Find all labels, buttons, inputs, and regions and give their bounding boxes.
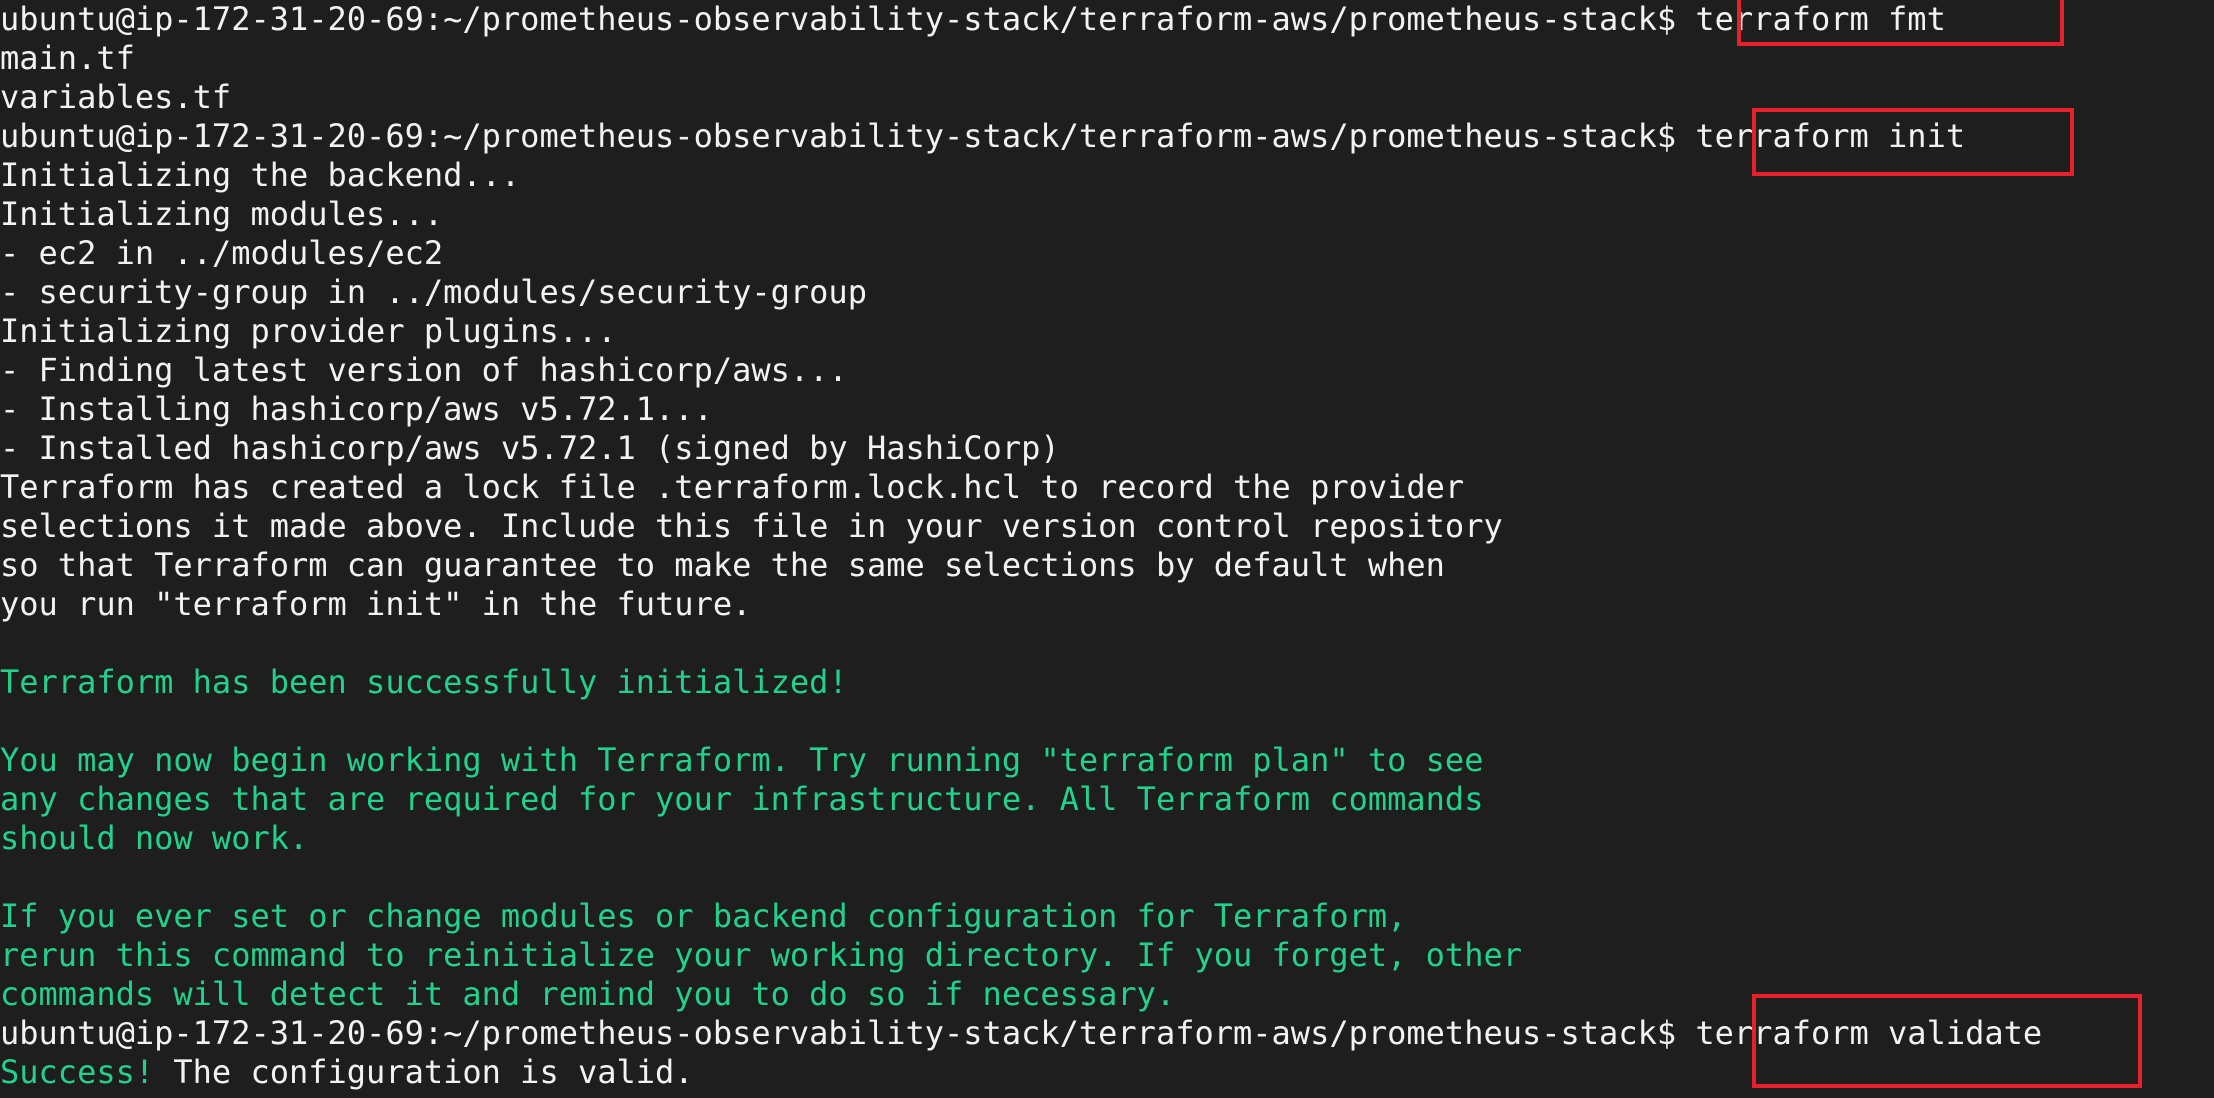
- init-output-line: so that Terraform can guarantee to make …: [0, 546, 1445, 584]
- init-reinit-note-line: commands will detect it and remind you t…: [0, 975, 1176, 1013]
- validate-success-word: Success!: [0, 1053, 155, 1091]
- fmt-output-line: main.tf: [0, 39, 135, 77]
- fmt-output-line: variables.tf: [0, 78, 232, 116]
- init-output-line: selections it made above. Include this f…: [0, 507, 1503, 545]
- init-next-steps-line: any changes that are required for your i…: [0, 780, 1484, 818]
- shell-prompt: ubuntu@ip-172-31-20-69:~/prometheus-obse…: [0, 1014, 1696, 1052]
- validate-output-line: Success! The configuration is valid.: [0, 1053, 694, 1092]
- shell-prompt: ubuntu@ip-172-31-20-69:~/prometheus-obse…: [0, 0, 1696, 38]
- init-output-line: - Installed hashicorp/aws v5.72.1 (signe…: [0, 429, 1060, 467]
- highlight-box-init: [1752, 108, 2074, 176]
- terminal-window[interactable]: ubuntu@ip-172-31-20-69:~/prometheus-obse…: [0, 0, 2214, 1098]
- init-output-line: you run "terraform init" in the future.: [0, 585, 752, 623]
- init-output-line: Initializing the backend...: [0, 156, 521, 194]
- shell-prompt: ubuntu@ip-172-31-20-69:~/prometheus-obse…: [0, 117, 1696, 155]
- init-reinit-note-line: rerun this command to reinitialize your …: [0, 936, 1522, 974]
- init-next-steps-line: You may now begin working with Terraform…: [0, 741, 1484, 779]
- highlight-box-fmt: [1737, 0, 2064, 46]
- prompt-line-validate: ubuntu@ip-172-31-20-69:~/prometheus-obse…: [0, 1014, 2042, 1053]
- highlight-box-validate: [1752, 994, 2142, 1088]
- init-output-line: Initializing modules...: [0, 195, 444, 233]
- init-output-line: - security-group in ../modules/security-…: [0, 273, 867, 311]
- validate-message: The configuration is valid.: [154, 1053, 694, 1091]
- init-output-line: - Finding latest version of hashicorp/aw…: [0, 351, 848, 389]
- prompt-line-fmt: ubuntu@ip-172-31-20-69:~/prometheus-obse…: [0, 0, 1946, 39]
- init-output-line: - Installing hashicorp/aws v5.72.1...: [0, 390, 713, 428]
- init-success-message: Terraform has been successfully initiali…: [0, 663, 848, 701]
- init-reinit-note-line: If you ever set or change modules or bac…: [0, 897, 1407, 935]
- init-output-line: - ec2 in ../modules/ec2: [0, 234, 444, 272]
- init-output-line: Terraform has created a lock file .terra…: [0, 468, 1465, 506]
- prompt-line-init: ubuntu@ip-172-31-20-69:~/prometheus-obse…: [0, 117, 1965, 156]
- init-output-line: Initializing provider plugins...: [0, 312, 617, 350]
- init-next-steps-line: should now work.: [0, 819, 309, 857]
